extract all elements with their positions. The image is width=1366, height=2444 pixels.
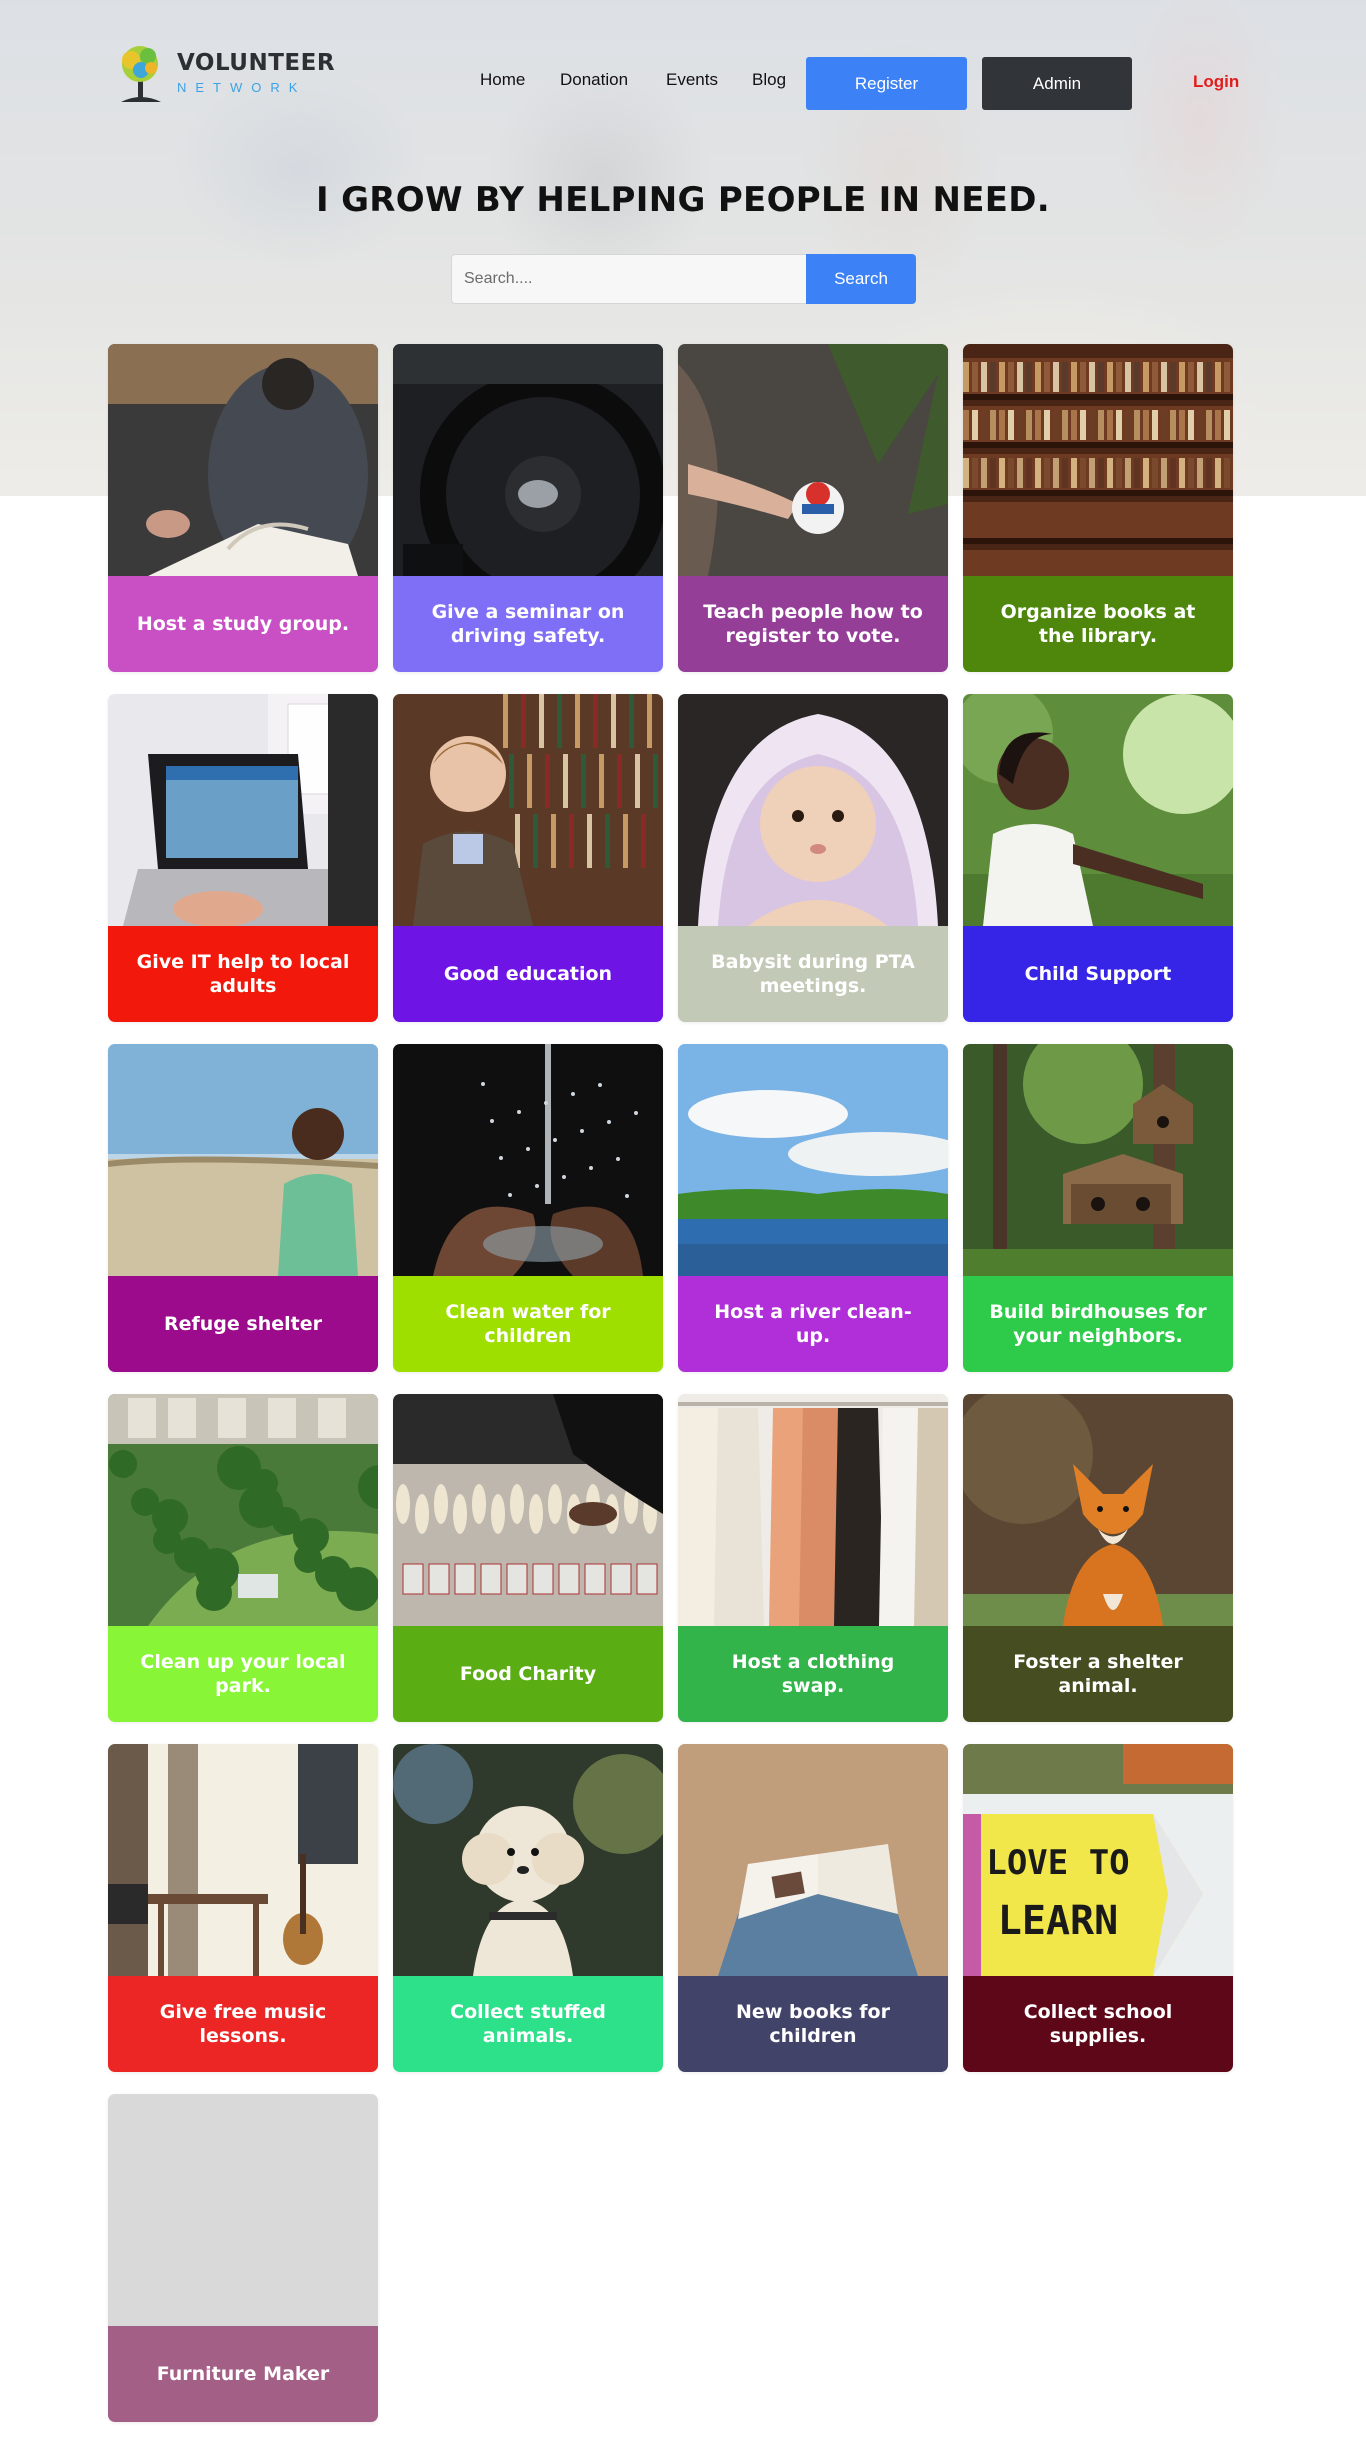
study-group-photo: [108, 344, 378, 576]
volunteer-card[interactable]: Clean water for children: [393, 1044, 663, 1372]
river-photo: [678, 1044, 948, 1276]
library-shelves-photo: [963, 344, 1233, 576]
svg-text:LEARN: LEARN: [998, 1898, 1118, 1944]
water-hands-photo: [393, 1044, 663, 1276]
girl-outdoors-photo: [963, 694, 1233, 926]
love-to-learn-photo: LOVE TO LEARN: [963, 1744, 1233, 1976]
birdhouse-photo: [963, 1044, 1233, 1276]
boy-field-photo: [108, 1044, 378, 1276]
card-label: Give free music lessons.: [108, 1976, 378, 2072]
volunteer-card[interactable]: New books for children: [678, 1744, 948, 2072]
card-label: Give a seminar on driving safety.: [393, 576, 663, 672]
volunteer-card[interactable]: Host a river clean-up.: [678, 1044, 948, 1372]
volunteer-card[interactable]: Clean up your local park.: [108, 1394, 378, 1722]
i-voted-sticker-photo: [678, 344, 948, 576]
music-room-photo: [108, 1744, 378, 1976]
card-label: Refuge shelter: [108, 1276, 378, 1372]
card-label: Furniture Maker: [108, 2326, 378, 2422]
card-label: Child Support: [963, 926, 1233, 1022]
open-book-photo: [678, 1744, 948, 1976]
volunteer-card-grid: Host a study group. Give a seminar on dri…: [0, 0, 1366, 2444]
fox-photo: [963, 1394, 1233, 1626]
volunteer-card[interactable]: Food Charity: [393, 1394, 663, 1722]
card-label: Host a study group.: [108, 576, 378, 672]
clothes-rack-photo: [678, 1394, 948, 1626]
boy-library-photo: [393, 694, 663, 926]
volunteer-card[interactable]: LOVE TO LEARN Collect school supplies.: [963, 1744, 1233, 2072]
volunteer-card[interactable]: Give a seminar on driving safety.: [393, 344, 663, 672]
card-label: Build birdhouses for your neighbors.: [963, 1276, 1233, 1372]
volunteer-card[interactable]: Teach people how to register to vote.: [678, 344, 948, 672]
blank-placeholder: [108, 2094, 378, 2326]
card-label: Give IT help to local adults: [108, 926, 378, 1022]
volunteer-card[interactable]: Host a study group.: [108, 344, 378, 672]
volunteer-card[interactable]: Collect stuffed animals.: [393, 1744, 663, 2072]
park-aerial-photo: [108, 1394, 378, 1626]
card-label: Host a clothing swap.: [678, 1626, 948, 1722]
volunteer-card[interactable]: Build birdhouses for your neighbors.: [963, 1044, 1233, 1372]
volunteer-card[interactable]: Furniture Maker: [108, 2094, 378, 2422]
laptop-photo: [108, 694, 378, 926]
volunteer-card[interactable]: Give free music lessons.: [108, 1744, 378, 2072]
card-label: Collect stuffed animals.: [393, 1976, 663, 2072]
card-label: Host a river clean-up.: [678, 1276, 948, 1372]
volunteer-card[interactable]: Babysit during PTA meetings.: [678, 694, 948, 1022]
food-market-photo: [393, 1394, 663, 1626]
card-label: New books for children: [678, 1976, 948, 2072]
volunteer-card[interactable]: Give IT help to local adults: [108, 694, 378, 1022]
card-label: Babysit during PTA meetings.: [678, 926, 948, 1022]
card-label: Teach people how to register to vote.: [678, 576, 948, 672]
card-label: Foster a shelter animal.: [963, 1626, 1233, 1722]
volunteer-card[interactable]: Foster a shelter animal.: [963, 1394, 1233, 1722]
volunteer-card[interactable]: Child Support: [963, 694, 1233, 1022]
fluffy-dog-photo: [393, 1744, 663, 1976]
volunteer-card[interactable]: Organize books at the library.: [963, 344, 1233, 672]
volunteer-card[interactable]: Refuge shelter: [108, 1044, 378, 1372]
card-label: Clean water for children: [393, 1276, 663, 1372]
svg-text:LOVE TO: LOVE TO: [986, 1843, 1129, 1883]
volunteer-card[interactable]: Host a clothing swap.: [678, 1394, 948, 1722]
steering-wheel-photo: [393, 344, 663, 576]
card-label: Organize books at the library.: [963, 576, 1233, 672]
card-label: Clean up your local park.: [108, 1626, 378, 1722]
card-label: Collect school supplies.: [963, 1976, 1233, 2072]
baby-photo: [678, 694, 948, 926]
card-label: Food Charity: [393, 1626, 663, 1722]
volunteer-card[interactable]: Good education: [393, 694, 663, 1022]
card-label: Good education: [393, 926, 663, 1022]
